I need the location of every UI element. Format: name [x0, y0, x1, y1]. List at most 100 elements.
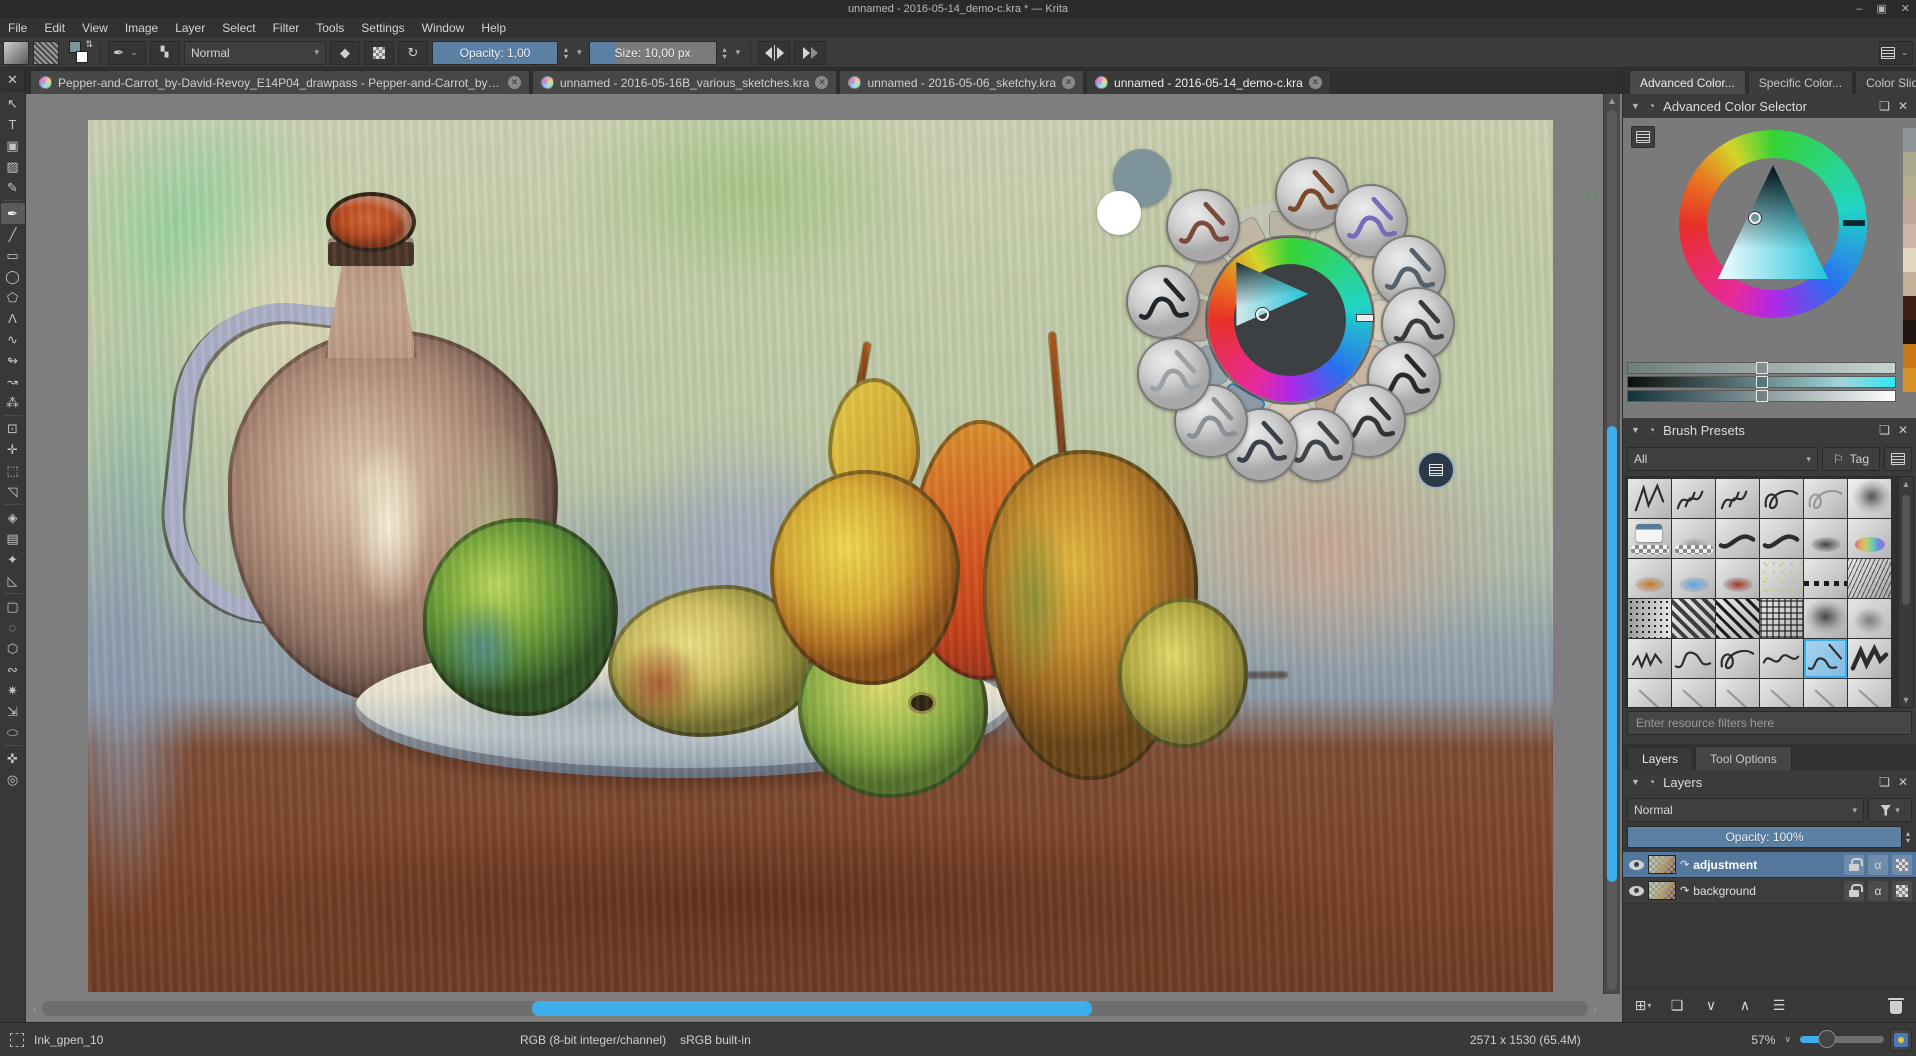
line-tool[interactable]: ╱: [1, 224, 25, 245]
swap-colors-icon[interactable]: ⇅: [85, 39, 93, 50]
palette-sv-marker[interactable]: [1256, 308, 1269, 321]
tag-filter-select[interactable]: All ▾: [1627, 447, 1818, 471]
color-history-swatch[interactable]: [1903, 176, 1916, 200]
float-docker-icon[interactable]: ❏: [1879, 775, 1890, 789]
opacity-slider[interactable]: Opacity: 1,00: [432, 41, 558, 65]
brush-preset[interactable]: [1628, 679, 1671, 708]
scrollbar-thumb[interactable]: [1607, 426, 1617, 882]
palette-hue-marker[interactable]: [1356, 314, 1374, 322]
opacity-spinner[interactable]: ▴▾: [562, 46, 570, 60]
close-tab-icon[interactable]: ✕: [1062, 76, 1075, 89]
color-strip[interactable]: [1627, 362, 1896, 374]
layer-row[interactable]: ↷backgroundα: [1623, 878, 1916, 904]
scroll-right-icon[interactable]: ›: [1588, 1002, 1602, 1016]
preserve-alpha-button[interactable]: [364, 41, 394, 65]
layer-inherit-alpha-icon[interactable]: [1892, 881, 1912, 901]
brush-preset[interactable]: [1760, 639, 1803, 678]
brush-preset[interactable]: [1716, 479, 1759, 518]
elliptical-select-tool[interactable]: ◌: [1, 617, 25, 638]
palette-brush-soft-round-brush[interactable]: [1137, 337, 1211, 411]
pencil-tool[interactable]: ✎: [1, 177, 25, 198]
color-selector-settings-button[interactable]: [1631, 126, 1655, 148]
brush-preset[interactable]: [1672, 479, 1715, 518]
layer-row[interactable]: ↷adjustmentα: [1623, 852, 1916, 878]
docker-lock-icon[interactable]: ◔: [1648, 775, 1655, 789]
tag-button[interactable]: ⚐ Tag: [1822, 447, 1880, 471]
mirror-horizontal-button[interactable]: [758, 41, 790, 65]
brush-preset[interactable]: [1672, 559, 1715, 598]
reload-preset-button[interactable]: ↻: [398, 41, 428, 65]
close-docker-icon[interactable]: ✕: [1898, 99, 1908, 113]
layer-blending-mode-select[interactable]: Normal ▾: [1627, 798, 1864, 822]
tab-layers[interactable]: Layers: [1627, 746, 1693, 770]
mirror-vertical-button[interactable]: [794, 41, 826, 65]
color-history-swatch[interactable]: [1903, 224, 1916, 248]
brush-preset[interactable]: [1804, 519, 1847, 558]
color-strip[interactable]: [1627, 390, 1896, 402]
color-history-swatch[interactable]: [1903, 320, 1916, 344]
freehand-brush-tool[interactable]: ✒: [1, 203, 25, 224]
scrollbar-track[interactable]: [42, 1001, 1588, 1016]
close-docker-icon[interactable]: ✕: [1898, 423, 1908, 437]
layer-alpha-lock-icon[interactable]: α: [1868, 855, 1888, 875]
brush-preset[interactable]: [1804, 679, 1847, 708]
brush-preset[interactable]: [1628, 639, 1671, 678]
view-mode-button[interactable]: [1884, 447, 1912, 471]
menu-item-filter[interactable]: Filter: [273, 21, 300, 35]
workspace-chooser-button[interactable]: ⌄: [1879, 41, 1913, 65]
edit-shapes-tool[interactable]: ▣: [1, 135, 25, 156]
brush-preset[interactable]: [1672, 639, 1715, 678]
polyline-tool[interactable]: Λ: [1, 308, 25, 329]
scrollbar-thumb[interactable]: [1902, 495, 1910, 605]
mirror-axis-marker[interactable]: [1588, 191, 1597, 200]
collapse-icon[interactable]: ▼: [1631, 777, 1640, 787]
calligraphy-tool[interactable]: ▨: [1, 156, 25, 177]
color-history-swatch[interactable]: [1903, 368, 1916, 392]
menu-item-settings[interactable]: Settings: [361, 21, 404, 35]
zoom-slider-handle[interactable]: [1818, 1030, 1836, 1048]
color-sampler-tool[interactable]: ✦: [1, 549, 25, 570]
scrollbar-thumb[interactable]: [532, 1001, 1092, 1016]
strip-handle[interactable]: [1756, 376, 1768, 388]
duplicate-layer-button[interactable]: ❏: [1665, 994, 1689, 1018]
crop-tool[interactable]: ⊡: [1, 418, 25, 439]
brush-preset[interactable]: [1628, 559, 1671, 598]
brush-preset[interactable]: [1848, 559, 1891, 598]
fill-tool[interactable]: ◈: [1, 507, 25, 528]
palette-brush-sponge-speckle-brush[interactable]: [1166, 189, 1240, 263]
float-docker-icon[interactable]: ❏: [1879, 99, 1890, 113]
text-tool[interactable]: T: [1, 114, 25, 135]
size-spinner[interactable]: ▴▾: [721, 46, 729, 60]
palette-settings-button[interactable]: [1417, 451, 1455, 489]
scroll-left-icon[interactable]: ‹: [28, 1002, 42, 1016]
size-slider[interactable]: Size: 10,00 px: [589, 41, 717, 65]
document-tab[interactable]: unnamed - 2016-05-06_sketchy.kra✕: [839, 70, 1084, 94]
float-docker-icon[interactable]: ❏: [1879, 423, 1890, 437]
brush-preset[interactable]: [1760, 519, 1803, 558]
zoom-tool[interactable]: ◎: [1, 769, 25, 790]
brush-preset[interactable]: [1716, 599, 1759, 638]
resource-filter-input[interactable]: [1627, 711, 1912, 735]
brush-preset[interactable]: [1760, 559, 1803, 598]
path-select-tool[interactable]: ⬭: [1, 722, 25, 743]
color-strip[interactable]: [1627, 376, 1896, 388]
preset-scrollbar[interactable]: ▲ ▼: [1898, 477, 1913, 707]
brush-preset[interactable]: [1672, 599, 1715, 638]
layer-lock-icon[interactable]: [1844, 881, 1864, 901]
minimize-button[interactable]: –: [1856, 4, 1862, 15]
brush-preset[interactable]: [1804, 599, 1847, 638]
layer-inherit-alpha-icon[interactable]: [1892, 855, 1912, 875]
gradient-chooser-button[interactable]: [3, 41, 29, 65]
layer-filter-button[interactable]: ▾: [1868, 798, 1912, 822]
delete-layer-button[interactable]: [1884, 994, 1908, 1018]
document-tab[interactable]: unnamed - 2016-05-16B_various_sketches.k…: [532, 70, 837, 94]
zoom-slider[interactable]: [1800, 1036, 1884, 1043]
hue-ring[interactable]: [1679, 130, 1867, 318]
document-tab[interactable]: unnamed - 2016-05-14_demo-c.kra✕: [1086, 70, 1331, 94]
color-history-swatch[interactable]: [1903, 344, 1916, 368]
polygon-tool[interactable]: ⬠: [1, 287, 25, 308]
close-tab-icon[interactable]: ✕: [1309, 76, 1322, 89]
canvas-only-mode-button[interactable]: [1890, 1029, 1912, 1051]
brush-preset[interactable]: [1848, 599, 1891, 638]
strip-handle[interactable]: [1756, 390, 1768, 402]
